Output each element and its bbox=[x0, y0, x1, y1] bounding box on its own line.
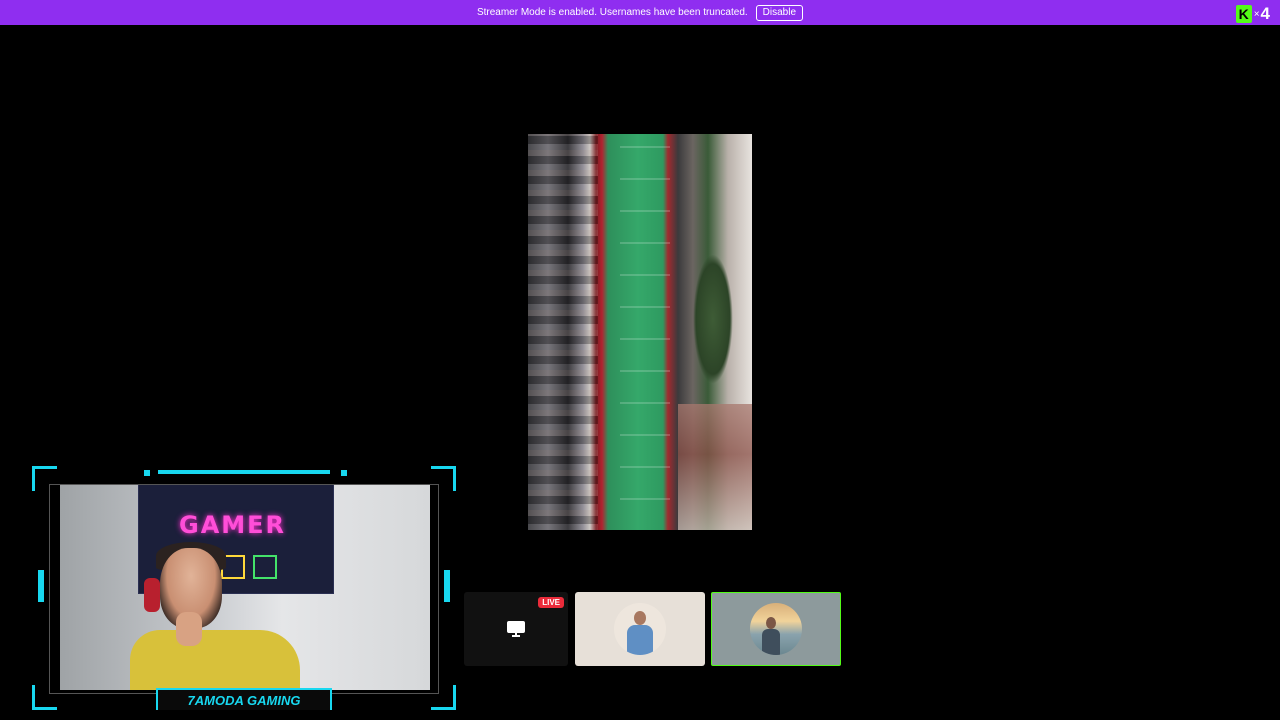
video-crowd-area bbox=[528, 134, 598, 530]
participant-tile-active[interactable] bbox=[711, 592, 841, 666]
participant-tile[interactable] bbox=[575, 592, 705, 666]
main-shared-video[interactable] bbox=[528, 134, 752, 530]
avatar bbox=[614, 603, 666, 655]
webcam-overlay: GAMER 7AMODA GAMING bbox=[32, 466, 456, 710]
frame-side-bar bbox=[38, 570, 44, 602]
video-trees-area bbox=[693, 254, 733, 384]
frame-corner bbox=[32, 685, 57, 710]
avatar bbox=[750, 603, 802, 655]
kick-logo-icon: K bbox=[1235, 5, 1252, 23]
frame-dot bbox=[144, 470, 150, 476]
frame-corner bbox=[32, 466, 57, 491]
live-badge: LIVE bbox=[538, 597, 564, 608]
frame-side-bar bbox=[444, 570, 450, 602]
video-building-area bbox=[678, 404, 752, 530]
app-logo: K × 4 bbox=[1235, 4, 1270, 24]
video-field-area bbox=[620, 134, 670, 530]
streamer-mode-banner: Streamer Mode is enabled. Usernames have… bbox=[0, 0, 1280, 25]
frame-top-strip bbox=[158, 470, 330, 474]
banner-message: Streamer Mode is enabled. Usernames have… bbox=[476, 7, 748, 18]
frame-corner bbox=[431, 685, 456, 710]
frame-dot bbox=[341, 470, 347, 476]
frame-corner bbox=[431, 466, 456, 491]
multiplier-sign: × bbox=[1253, 8, 1260, 20]
multiplier-count: 4 bbox=[1260, 4, 1270, 23]
monitor-icon bbox=[507, 621, 525, 637]
participant-tile-screen-share[interactable]: LIVE bbox=[464, 592, 568, 666]
frame-inner-line bbox=[49, 484, 439, 694]
page: Streamer Mode is enabled. Usernames have… bbox=[0, 0, 1280, 720]
streamer-name-label: 7AMODA GAMING bbox=[156, 688, 332, 710]
disable-streamer-mode-button[interactable]: Disable bbox=[755, 4, 804, 21]
